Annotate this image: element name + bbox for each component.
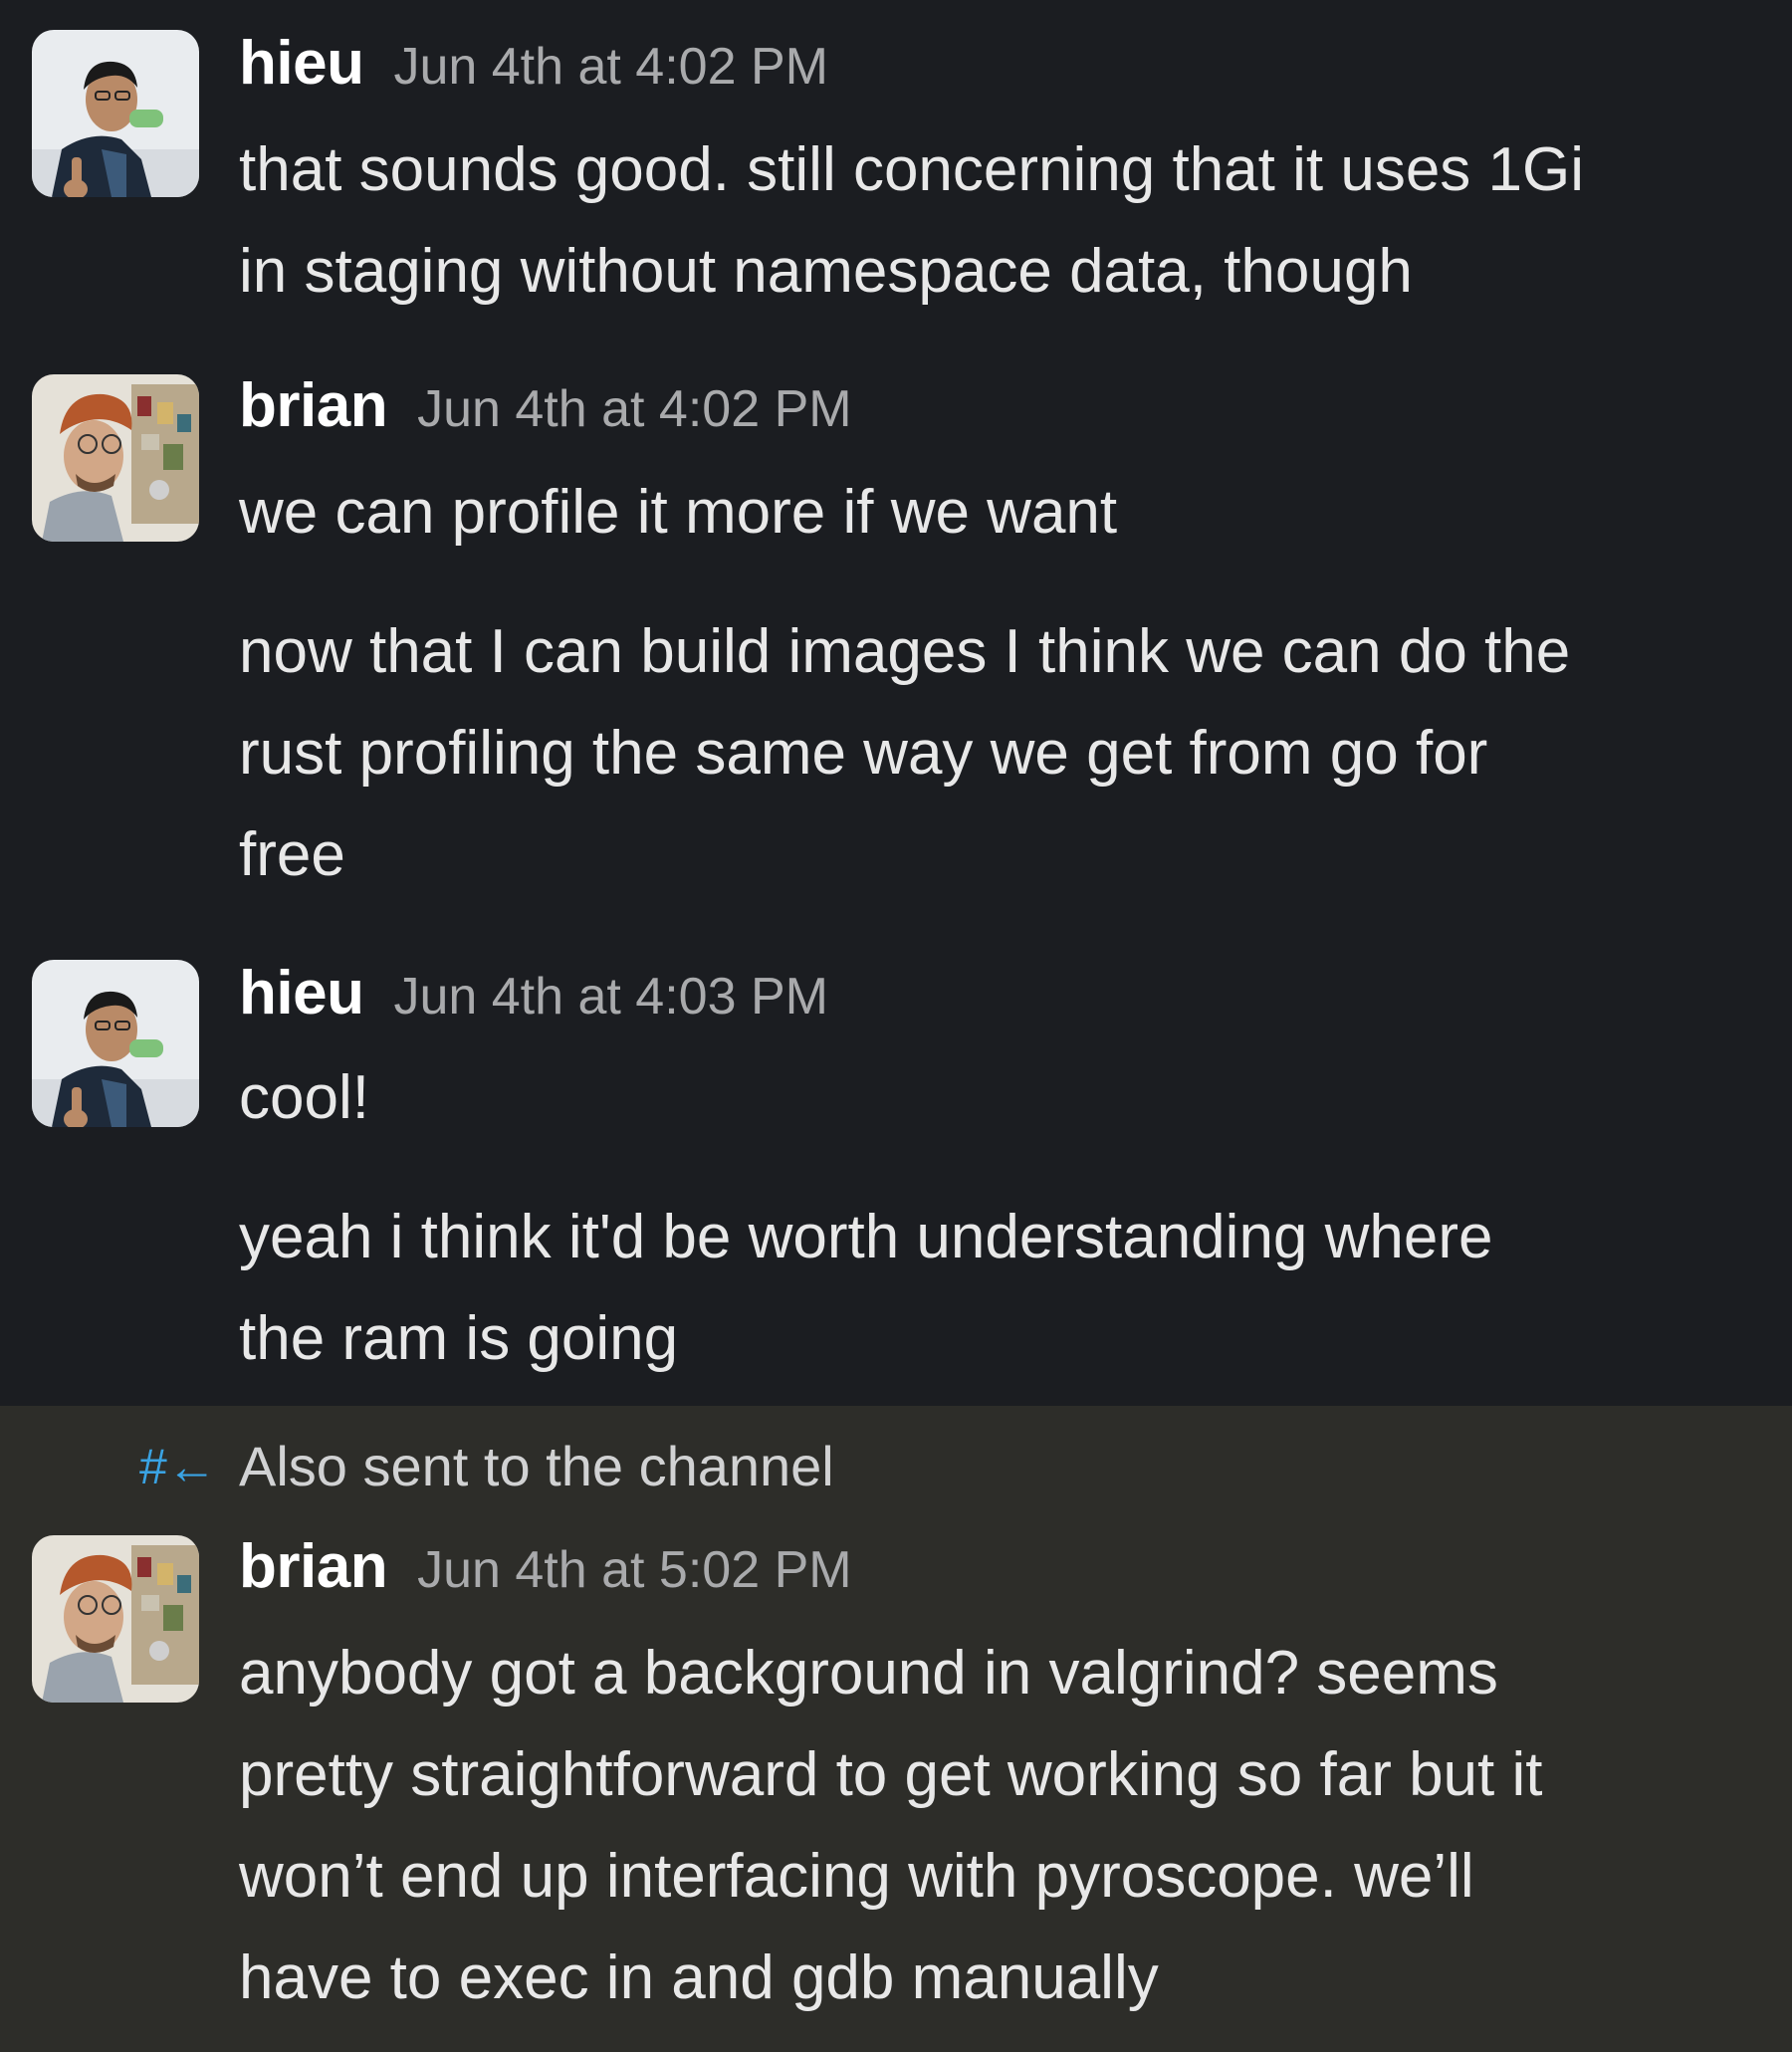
message-text-line: now that I can build images I think we c… — [239, 617, 1571, 686]
avatar-brian-image — [32, 1535, 199, 1703]
author-name[interactable]: hieu — [239, 28, 364, 99]
avatar-hieu-image — [32, 30, 199, 197]
message-text-line: anybody got a background in valgrind? se… — [239, 1639, 1498, 1708]
also-sent-to-channel[interactable]: #← Also sent to the channel — [139, 1434, 834, 1513]
also-sent-label: Also sent to the channel — [239, 1435, 834, 1497]
message-text-line: rust profiling the same way we get from … — [239, 719, 1488, 788]
avatar-hieu-image — [32, 960, 199, 1127]
author-name[interactable]: hieu — [239, 958, 364, 1028]
author-name[interactable]: brian — [239, 370, 388, 441]
message-timestamp[interactable]: Jun 4th at 4:02 PM — [393, 37, 828, 97]
message-text-line: free — [239, 820, 345, 889]
author-name[interactable]: brian — [239, 1531, 388, 1602]
message-text-line: we can profile it more if we want — [239, 478, 1118, 547]
message-text-line: the ram is going — [239, 1304, 679, 1373]
avatar-brian[interactable] — [32, 1535, 199, 1703]
avatar-brian-image — [32, 374, 199, 542]
message-text-line: in staging without namespace data, thoug… — [239, 237, 1413, 306]
message-text-line: have to exec in and gdb manually — [239, 1943, 1159, 2012]
message-text-line: yeah i think it'd be worth understanding… — [239, 1203, 1493, 1271]
message-text-line: won’t end up interfacing with pyroscope.… — [239, 1842, 1474, 1911]
message-text-line: pretty straightforward to get working so… — [239, 1740, 1543, 1809]
channel-return-icon: #← — [139, 1438, 217, 1494]
message-text-line: that sounds good. still concerning that … — [239, 135, 1585, 204]
message-timestamp[interactable]: Jun 4th at 4:02 PM — [417, 379, 852, 439]
avatar-hieu[interactable] — [32, 960, 199, 1127]
message-feed: hieu Jun 4th at 4:02 PM that sounds good.… — [0, 0, 1792, 2052]
avatar-hieu[interactable] — [32, 30, 199, 197]
avatar-brian[interactable] — [32, 374, 199, 542]
message-timestamp[interactable]: Jun 4th at 4:03 PM — [393, 967, 828, 1026]
message-text-line: cool! — [239, 1063, 369, 1132]
message-timestamp[interactable]: Jun 4th at 5:02 PM — [417, 1540, 852, 1600]
